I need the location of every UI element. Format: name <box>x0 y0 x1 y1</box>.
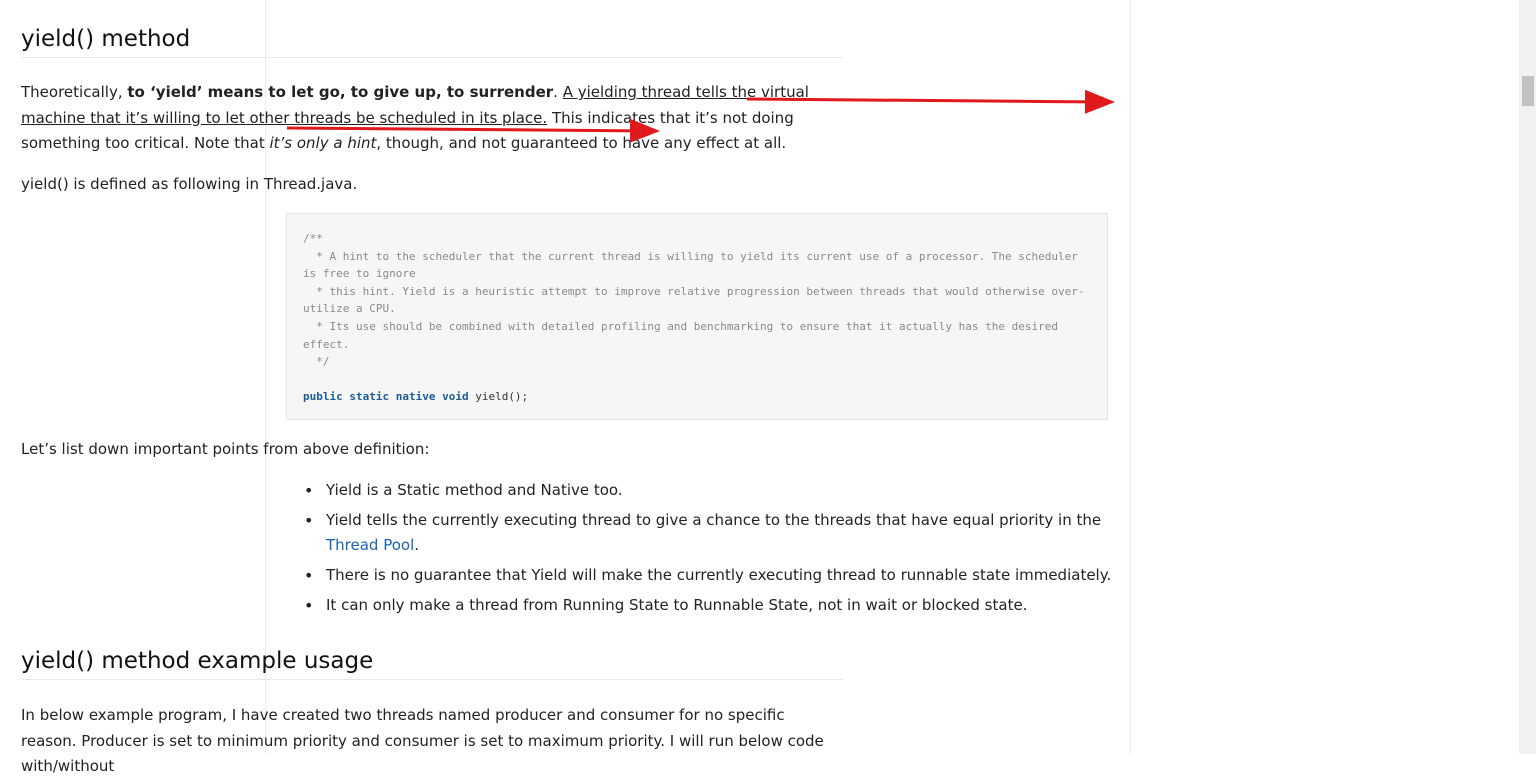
list-item-end: . <box>414 536 420 554</box>
list-item-text: It can only make a thread from Running S… <box>326 596 1028 614</box>
list-item: Yield is a Static method and Native too. <box>304 478 1148 503</box>
points-list: Yield is a Static method and Native too.… <box>286 478 1148 623</box>
code-block: /** * A hint to the scheduler that the c… <box>286 213 1108 420</box>
code-function: yield(); <box>468 390 529 404</box>
list-intro-paragraph: Let’s list down important points from ab… <box>21 440 430 458</box>
code-comment: /** * A hint to the scheduler that the c… <box>303 232 1085 369</box>
intro-dot: . <box>553 83 563 101</box>
code-keywords: public static native void <box>303 390 469 404</box>
intro-bold: to ‘yield’ means to let go, to give up, … <box>127 83 554 101</box>
section-heading-example-usage: yield() method example usage <box>21 648 843 680</box>
example-paragraph: In below example program, I have created… <box>21 706 824 775</box>
list-item-text: There is no guarantee that Yield will ma… <box>326 566 1112 584</box>
list-item: Yield tells the currently executing thre… <box>304 508 1148 558</box>
page-scrollbar[interactable] <box>1519 0 1536 754</box>
intro-italic: it’s only a hint <box>269 134 377 152</box>
scrollbar-thumb[interactable] <box>1522 76 1534 106</box>
list-item-text: Yield tells the currently executing thre… <box>326 511 1102 529</box>
list-item: It can only make a thread from Running S… <box>304 593 1148 618</box>
intro-prefix: Theoretically, <box>21 83 128 101</box>
thread-pool-link[interactable]: Thread Pool <box>326 536 414 554</box>
list-item-text: Yield is a Static method and Native too. <box>326 481 623 499</box>
intro-paragraph: Theoretically, to ‘yield’ means to let g… <box>21 80 843 157</box>
list-item: There is no guarantee that Yield will ma… <box>304 563 1148 588</box>
intro-end: , though, and not guaranteed to have any… <box>376 134 787 152</box>
section-heading-yield-method: yield() method <box>21 26 843 58</box>
defined-as-paragraph: yield() is defined as following in Threa… <box>21 175 358 193</box>
